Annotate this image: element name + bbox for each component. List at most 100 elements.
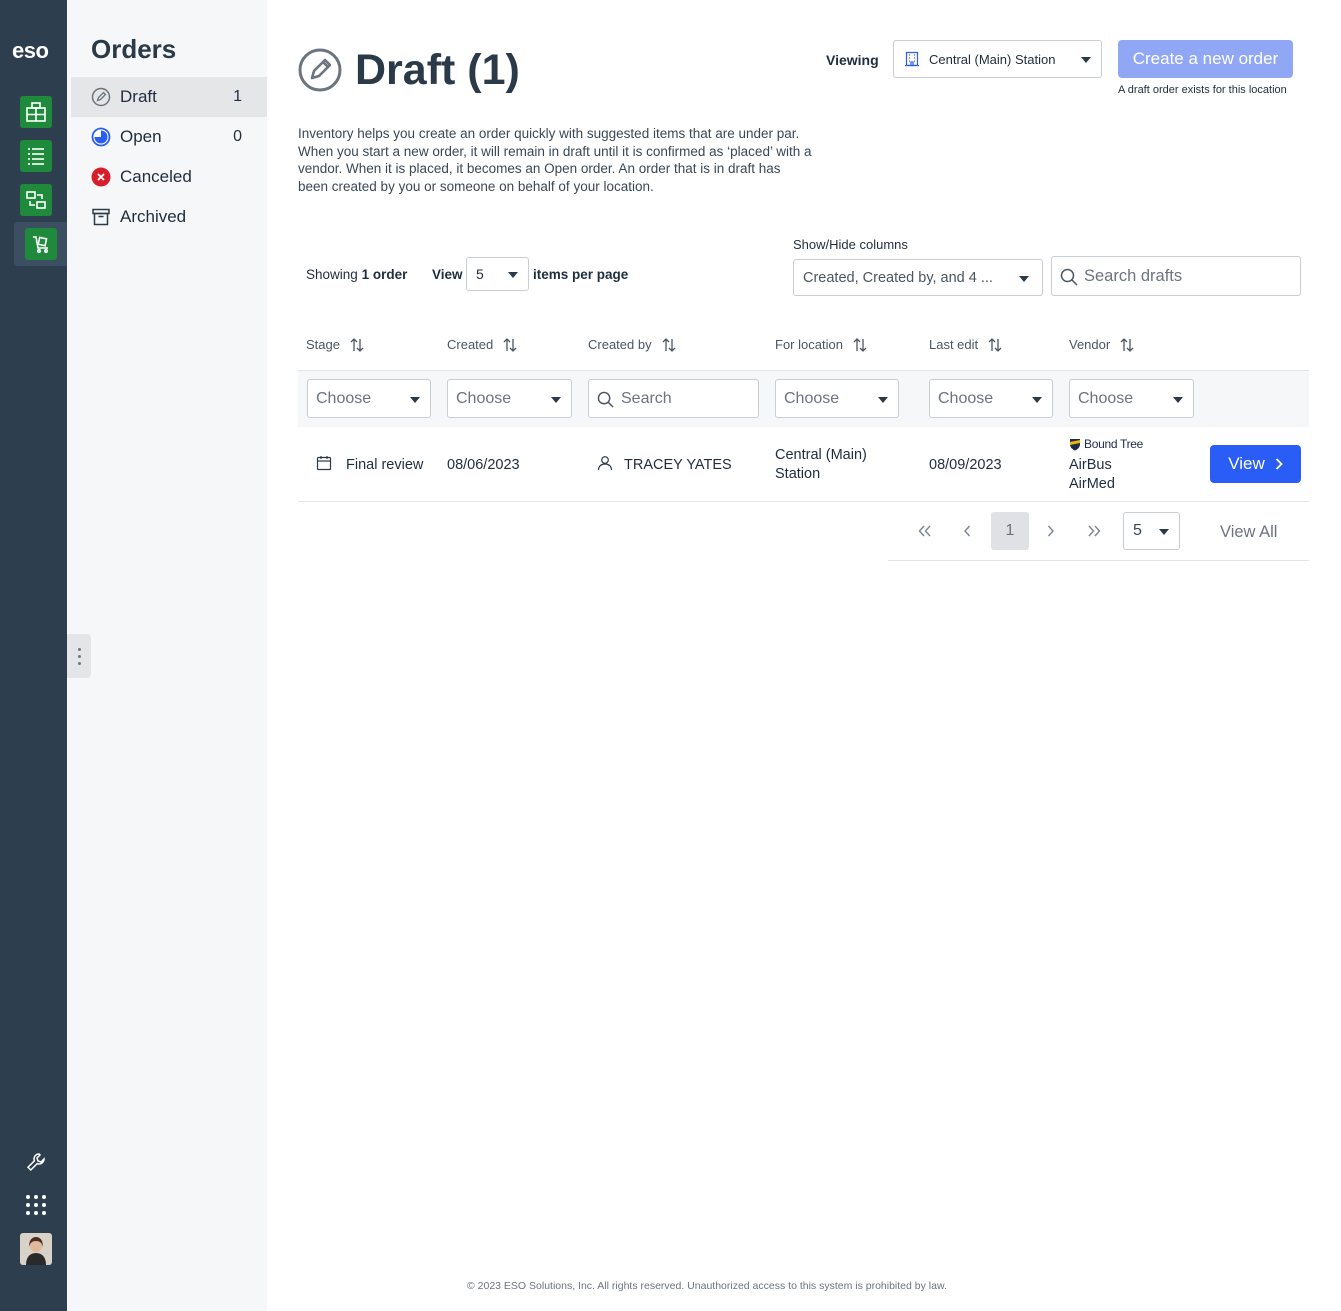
row-vendor-line1: AirBus: [1069, 457, 1112, 473]
last-page-button[interactable]: [1075, 512, 1113, 550]
sort-icon[interactable]: [503, 337, 517, 352]
cart-icon: [32, 236, 48, 254]
column-header-label: Created by: [588, 337, 652, 352]
calendar-icon: [316, 456, 332, 471]
wrench-icon: [26, 1153, 45, 1172]
sidebar-item-label: Open: [120, 127, 162, 146]
search-icon: [597, 391, 614, 408]
chevron-down-icon: [1173, 396, 1183, 403]
footer-copyright: © 2023 ESO Solutions, Inc. All rights re…: [467, 1280, 947, 1292]
view-label: View: [432, 267, 463, 282]
building-icon: [904, 51, 920, 67]
chevron-down-icon: [1081, 57, 1091, 63]
chevron-down-icon: [878, 396, 888, 403]
rail-transfer-button[interactable]: [20, 184, 52, 216]
eso-logo[interactable]: eso: [12, 38, 49, 64]
showhide-columns-value: Created, Created by, and 4 ...: [803, 269, 993, 286]
sidebar-title: Orders: [91, 34, 177, 64]
location-select-value: Central (Main) Station: [929, 51, 1056, 67]
rail-list-button[interactable]: [20, 140, 52, 172]
page-size-select[interactable]: 5: [1123, 512, 1180, 550]
created-by-filter-input[interactable]: Search: [588, 379, 759, 418]
rail-inventory-button[interactable]: [20, 96, 52, 128]
pencil-circle-icon: [91, 87, 111, 107]
first-page-button[interactable]: [906, 512, 944, 550]
sidebar-item-draft[interactable]: Draft 1: [71, 77, 267, 117]
sidebar-item-archived[interactable]: Archived: [71, 197, 267, 237]
sidebar-item-label: Canceled: [120, 167, 192, 186]
column-header-last-edit[interactable]: Last edit: [929, 337, 1002, 352]
next-page-button[interactable]: [1032, 512, 1070, 550]
chevron-down-icon: [508, 272, 518, 278]
showhide-columns-label: Show/Hide columns: [793, 237, 908, 252]
view-order-label: View: [1228, 454, 1265, 473]
chevron-right-icon: [1275, 458, 1283, 470]
chevron-down-icon: [1032, 396, 1042, 403]
sidebar-item-open[interactable]: Open 0: [71, 117, 267, 157]
draft-exists-note: A draft order exists for this location: [1118, 84, 1287, 96]
view-order-button[interactable]: View: [1210, 445, 1301, 483]
view-all-link[interactable]: View All: [1220, 523, 1277, 542]
created-filter-select[interactable]: Choose: [447, 379, 572, 418]
prev-page-button[interactable]: [948, 512, 986, 550]
column-header-label: Last edit: [929, 337, 979, 352]
sort-icon[interactable]: [662, 337, 676, 352]
row-last-edit: 08/09/2023: [929, 457, 1002, 473]
row-location-line1: Central (Main): [775, 447, 867, 463]
column-header-label: Stage: [306, 337, 340, 352]
search-drafts-placeholder: Search drafts: [1084, 266, 1183, 285]
chevron-left-icon: [964, 525, 971, 537]
chevron-down-icon: [551, 396, 561, 403]
filter-placeholder: Choose: [1078, 389, 1134, 407]
location-select[interactable]: Central (Main) Station: [893, 40, 1102, 78]
page-title: Draft (1): [355, 46, 520, 94]
per-page-value: 5: [476, 266, 484, 282]
archive-box-icon: [91, 207, 111, 227]
chevron-down-icon: [1159, 529, 1169, 535]
column-header-created-by[interactable]: Created by: [588, 337, 676, 352]
column-header-stage[interactable]: Stage: [306, 337, 364, 352]
last-edit-filter-select[interactable]: Choose: [929, 379, 1053, 418]
per-page-select[interactable]: 5: [466, 257, 529, 291]
chevron-down-icon: [410, 396, 420, 403]
vendor-filter-select[interactable]: Choose: [1069, 379, 1194, 418]
page-button-current[interactable]: 1: [991, 512, 1029, 550]
viewing-label: Viewing: [826, 52, 879, 68]
column-header-label: Vendor: [1069, 337, 1111, 352]
user-avatar[interactable]: [20, 1233, 52, 1265]
double-chevron-right-icon: [1088, 525, 1101, 537]
search-drafts-input[interactable]: Search drafts: [1051, 256, 1301, 296]
location-filter-select[interactable]: Choose: [775, 379, 899, 418]
sort-icon[interactable]: [988, 337, 1002, 352]
showing-prefix: Showing: [306, 267, 358, 282]
chevron-right-icon: [1047, 525, 1054, 537]
row-vendor-line2: AirMed: [1069, 476, 1115, 492]
user-icon: [597, 456, 613, 471]
showhide-columns-select[interactable]: Created, Created by, and 4 ...: [793, 259, 1043, 296]
vendor-logo-text: Bound Tree: [1084, 437, 1144, 451]
pagination: 1 5 View All: [888, 505, 1309, 561]
sidebar-item-canceled[interactable]: Canceled: [71, 157, 267, 197]
sort-icon[interactable]: [350, 337, 364, 352]
rail-orders-button[interactable]: [14, 222, 67, 266]
sort-icon[interactable]: [1120, 337, 1134, 352]
progress-circle-icon: [91, 127, 111, 147]
row-stage: Final review: [346, 457, 424, 473]
page-size-value: 5: [1133, 522, 1142, 539]
create-order-button[interactable]: Create a new order: [1118, 40, 1293, 78]
row-created: 08/06/2023: [447, 457, 520, 473]
sidebar-collapse-handle[interactable]: [67, 634, 91, 678]
column-header-for-location[interactable]: For location: [775, 337, 867, 352]
filter-placeholder: Choose: [316, 389, 372, 407]
showing-count-value: 1 order: [361, 267, 408, 282]
search-icon: [1060, 268, 1078, 286]
bound-tree-shield-icon: [1070, 438, 1080, 450]
apps-button[interactable]: [24, 1193, 48, 1217]
stage-filter-select[interactable]: Choose: [307, 379, 431, 418]
column-header-created[interactable]: Created: [447, 337, 517, 352]
column-header-label: For location: [775, 337, 843, 352]
settings-button[interactable]: [24, 1150, 48, 1174]
column-header-vendor[interactable]: Vendor: [1069, 337, 1134, 352]
sort-icon[interactable]: [853, 337, 867, 352]
x-circle-icon: [91, 167, 111, 187]
